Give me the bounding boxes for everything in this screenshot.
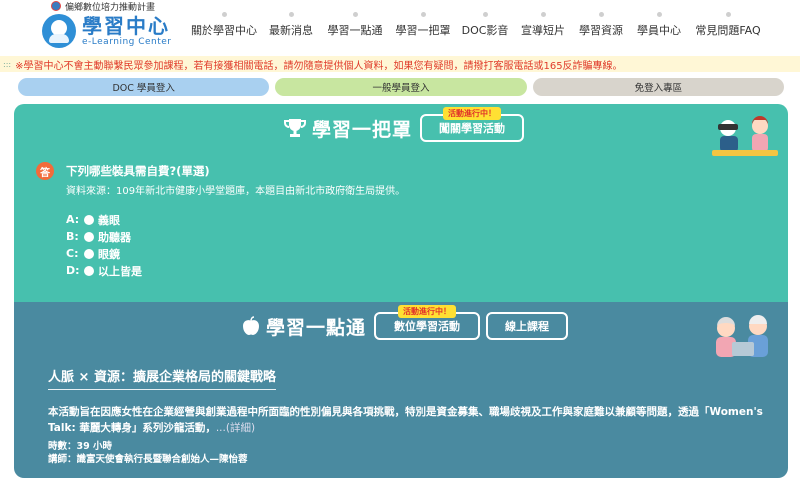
nav-label: 最新消息 — [269, 24, 313, 37]
page: 偏鄉數位培力推動計畫 學習中心 e-Learning Center 關於學習中心… — [0, 0, 800, 492]
option-letter: D: — [66, 264, 80, 277]
course-title[interactable]: 人脈 × 資源：擴展企業格局的關鍵戰略 — [48, 366, 276, 390]
option-letter: C: — [66, 247, 79, 260]
answer-badge: 答 — [36, 162, 54, 180]
nav-item-faq[interactable]: 常見問題FAQ — [688, 12, 768, 38]
course-description: 本活動旨在因應女性在企業經營與創業過程中所面臨的性別偏見與各項挑戰，特別是資金募… — [48, 404, 778, 436]
quiz-question-block: 答 下列哪些裝具需自費?(單選) 資料來源：109年新北市健康小學堂題庫，本題目… — [36, 162, 405, 279]
nav-dot-icon — [420, 12, 426, 17]
site-logo[interactable]: 學習中心 e-Learning Center — [42, 14, 172, 48]
accesskey-marker[interactable]: ::: — [3, 60, 11, 69]
main-nav: 關於學習中心 最新消息 學習一點通 學習一把罩 DOC影音 宣導短片 學習資源 … — [186, 12, 768, 38]
government-seal-icon — [51, 1, 61, 11]
radio-icon[interactable] — [84, 265, 94, 276]
course-card: 人脈 × 資源：擴展企業格局的關鍵戰略 本活動旨在因應女性在企業經營與創業過程中… — [48, 366, 778, 466]
nav-label: 學習一把罩 — [395, 24, 451, 37]
activity-ongoing-tag: 活動進行中！ — [443, 107, 502, 120]
nav-label: 學員中心 — [637, 24, 681, 37]
nav-item-doc-video[interactable]: DOC影音 — [456, 12, 514, 38]
login-tabs: DOC 學員登入 一般學員登入 免登入專區 — [18, 78, 784, 96]
quiz-option-d[interactable]: D: 以上皆是 — [66, 262, 405, 279]
learning-center-logo-icon — [42, 14, 76, 48]
nav-label: 宣導短片 — [521, 24, 565, 37]
top-banner[interactable]: 偏鄉數位培力推動計畫 — [51, 0, 156, 13]
activity-ongoing-tag: 活動進行中！ — [398, 305, 457, 318]
top-banner-text: 偏鄉數位培力推動計畫 — [65, 2, 156, 13]
quiz-source: 資料來源：109年新北市健康小學堂題庫，本題目由新北市政府衛生局提供。 — [66, 186, 406, 197]
doc-login-button[interactable]: DOC 學員登入 — [18, 78, 270, 96]
course-section-header: 學習一點通 活動進行中！ 數位學習活動 線上課程 — [242, 305, 569, 340]
quiz-section-title: 學習一把罩 — [312, 118, 413, 141]
course-description-text: 本活動旨在因應女性在企業經營與創業過程中所面臨的性別偏見與各項挑戰，特別是資金募… — [48, 406, 763, 434]
challenge-activity-label: 闖關學習活動 — [439, 122, 506, 135]
quiz-section-header: 學習一把罩 活動進行中！ 闖關學習活動 — [284, 107, 525, 142]
course-lecturer: 講師：識富天使會執行長暨聯合創始人—陳怡蓉 — [48, 454, 248, 465]
nav-item-about[interactable]: 關於學習中心 — [186, 12, 262, 38]
online-course-label: 線上課程 — [505, 320, 550, 333]
quiz-option-a[interactable]: A: 義眼 — [66, 211, 405, 228]
radio-icon[interactable] — [84, 248, 94, 259]
apple-icon — [243, 316, 259, 335]
quiz-option-b[interactable]: B: 助聽器 — [66, 228, 405, 245]
nav-label: DOC影音 — [461, 24, 509, 37]
option-text: 眼鏡 — [98, 247, 120, 261]
nav-dot-icon — [352, 12, 358, 17]
read-more-link[interactable]: ...(詳細) — [216, 422, 255, 434]
trophy-icon — [284, 119, 306, 137]
logo-subtitle: e-Learning Center — [82, 37, 172, 47]
course-meta: 時數：39 小時 講師：識富天使會執行長暨聯合創始人—陳怡蓉 — [48, 440, 778, 466]
nav-item-member-center[interactable]: 學員中心 — [630, 12, 688, 38]
nav-label: 常見問題FAQ — [695, 24, 761, 37]
online-course-button[interactable]: 線上課程 — [486, 312, 569, 340]
nav-label: 學習資源 — [579, 24, 623, 37]
quiz-option-c[interactable]: C: 眼鏡 — [66, 245, 405, 262]
nav-dot-icon — [221, 12, 227, 17]
option-text: 義眼 — [98, 213, 120, 227]
digital-learning-button[interactable]: 活動進行中！ 數位學習活動 — [374, 305, 481, 340]
nav-dot-icon — [540, 12, 546, 17]
option-text: 助聽器 — [98, 230, 131, 244]
radio-icon[interactable] — [84, 214, 94, 225]
learning-quiz-section: 學習一把罩 活動進行中！ 闖關學習活動 答 下列哪些裝具需自費?(單選) 資料來… — [14, 104, 788, 302]
option-letter: B: — [66, 230, 79, 243]
quiz-question: 下列哪些裝具需自費?(單選) — [66, 164, 210, 178]
digital-learning-label: 數位學習活動 — [394, 320, 461, 333]
nav-dot-icon — [725, 12, 731, 17]
option-letter: A: — [66, 213, 80, 226]
nav-label: 關於學習中心 — [191, 24, 257, 37]
nav-item-learning-point[interactable]: 學習一點通 — [320, 12, 390, 38]
nav-item-news[interactable]: 最新消息 — [262, 12, 320, 38]
radio-icon[interactable] — [84, 231, 94, 242]
logo-title: 學習中心 — [82, 14, 170, 38]
nav-dot-icon — [656, 12, 662, 17]
option-text: 以上皆是 — [98, 264, 142, 278]
course-duration: 時數：39 小時 — [48, 441, 113, 452]
students-illustration-icon — [712, 116, 778, 156]
nav-item-learning-quiz[interactable]: 學習一把罩 — [390, 12, 456, 38]
quiz-options: A: 義眼 B: 助聽器 C: 眼鏡 D: 以上皆是 — [66, 211, 405, 279]
nav-label: 學習一點通 — [327, 24, 383, 37]
nav-dot-icon — [288, 12, 294, 17]
nav-item-resources[interactable]: 學習資源 — [572, 12, 630, 38]
scam-notice-bar: ::: ※學習中心不會主動聯繫民眾參加課程，若有接獲相關電話，請勿隨意提供個人資… — [0, 56, 800, 72]
nav-item-promo-video[interactable]: 宣導短片 — [514, 12, 572, 38]
general-login-button[interactable]: 一般學員登入 — [275, 78, 527, 96]
nav-dot-icon — [482, 12, 488, 17]
challenge-activity-button[interactable]: 活動進行中！ 闖關學習活動 — [420, 107, 525, 142]
nav-dot-icon — [598, 12, 604, 17]
scam-notice-text: ※學習中心不會主動聯繫民眾參加課程，若有接獲相關電話，請勿隨意提供個人資料，如果… — [15, 60, 623, 72]
course-section-title: 學習一點通 — [266, 316, 367, 339]
learning-point-section: 學習一點通 活動進行中！ 數位學習活動 線上課程 人脈 × 資源：擴展企業格局的… — [14, 302, 788, 478]
guest-zone-button[interactable]: 免登入專區 — [532, 78, 784, 96]
seniors-illustration-icon — [716, 315, 768, 357]
